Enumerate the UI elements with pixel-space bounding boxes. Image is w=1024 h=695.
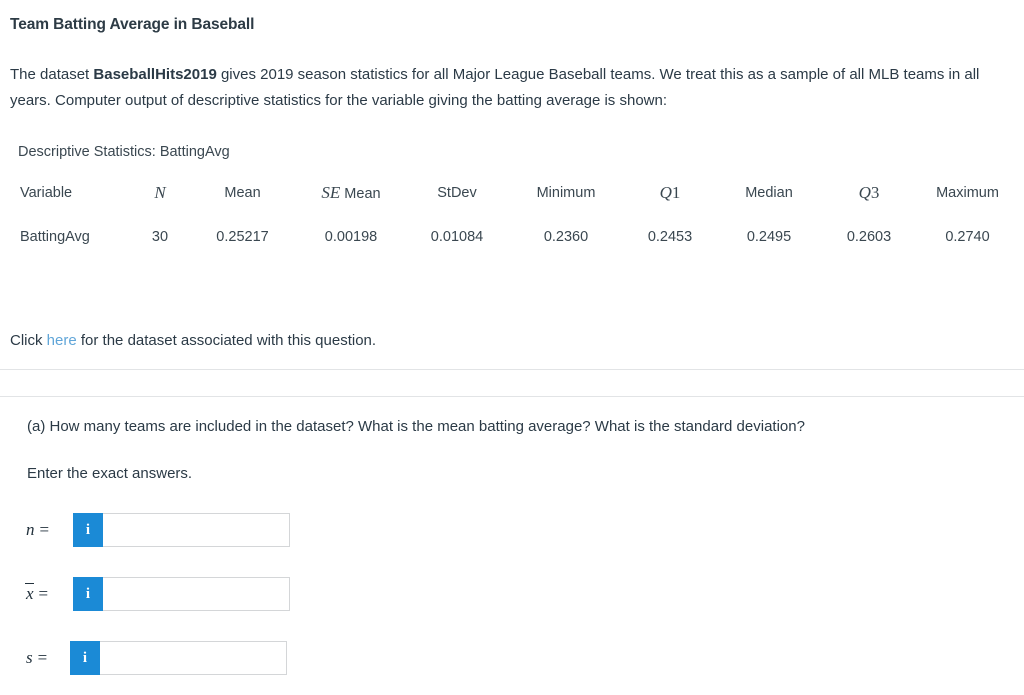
- answer-input-n[interactable]: [103, 513, 290, 547]
- dataset-link[interactable]: here: [47, 332, 77, 349]
- cell-se-mean: 0.00198: [324, 229, 378, 245]
- descriptive-statistics-output: Descriptive Statistics: BattingAvg Varia…: [18, 144, 1012, 250]
- cell-maximum: 0.2740: [945, 229, 990, 245]
- cell-median: 0.2495: [746, 229, 792, 245]
- header-q3: Q3: [858, 183, 880, 202]
- link-text-after: for the dataset associated with this que…: [76, 332, 377, 349]
- header-variable: Variable: [20, 185, 73, 201]
- cell-variable: BattingAvg: [20, 229, 90, 245]
- question-instruction: Enter the exact answers.: [27, 465, 193, 482]
- info-icon-s[interactable]: i: [70, 641, 100, 675]
- header-maximum: Maximum: [936, 185, 999, 201]
- question-prompt: (a) How many teams are included in the d…: [27, 418, 805, 435]
- dataset-link-line: Click here for the dataset associated wi…: [10, 332, 376, 349]
- answer-row-xbar: x = i: [25, 577, 290, 611]
- info-icon-n[interactable]: i: [73, 513, 103, 547]
- cell-n: 30: [151, 229, 169, 245]
- link-text-before: Click: [10, 332, 47, 349]
- statistics-table: Variable N Mean SE Mean StDev Minimum Q1…: [18, 180, 1020, 250]
- answer-row-n: n = i: [26, 513, 290, 547]
- section-divider-top: [0, 369, 1024, 370]
- cell-minimum: 0.2360: [543, 229, 589, 245]
- cell-stdev: 0.01084: [430, 229, 484, 245]
- cell-q1: 0.2453: [647, 229, 693, 245]
- header-n: N: [154, 183, 166, 202]
- answer-input-xbar[interactable]: [103, 577, 290, 611]
- section-divider-bottom: [0, 396, 1024, 397]
- answer-input-s[interactable]: [100, 641, 287, 675]
- header-se-mean: SE Mean: [321, 183, 381, 202]
- stats-caption: Descriptive Statistics: BattingAvg: [18, 144, 230, 160]
- header-median: Median: [745, 185, 793, 201]
- page-title: Team Batting Average in Baseball: [10, 16, 255, 33]
- cell-q3: 0.2603: [846, 229, 892, 245]
- dataset-name: BaseballHits2019: [93, 66, 217, 83]
- answer-label-xbar: x =: [25, 583, 49, 603]
- intro-text-before: The dataset: [10, 66, 94, 83]
- intro-paragraph: The dataset BaseballHits2019 gives 2019 …: [10, 62, 1010, 114]
- header-mean: Mean: [224, 185, 261, 201]
- header-stdev: StDev: [437, 185, 477, 201]
- table-row: BattingAvg 30 0.25217 0.00198 0.01084 0.…: [18, 224, 1020, 250]
- answer-label-s: s =: [26, 648, 48, 667]
- header-q1: Q1: [659, 183, 681, 202]
- answer-label-n: n =: [26, 520, 50, 539]
- table-header-row: Variable N Mean SE Mean StDev Minimum Q1…: [18, 180, 1020, 224]
- cell-mean: 0.25217: [216, 229, 269, 245]
- answer-row-s: s = i: [26, 641, 287, 675]
- info-icon-xbar[interactable]: i: [73, 577, 103, 611]
- header-minimum: Minimum: [536, 185, 596, 201]
